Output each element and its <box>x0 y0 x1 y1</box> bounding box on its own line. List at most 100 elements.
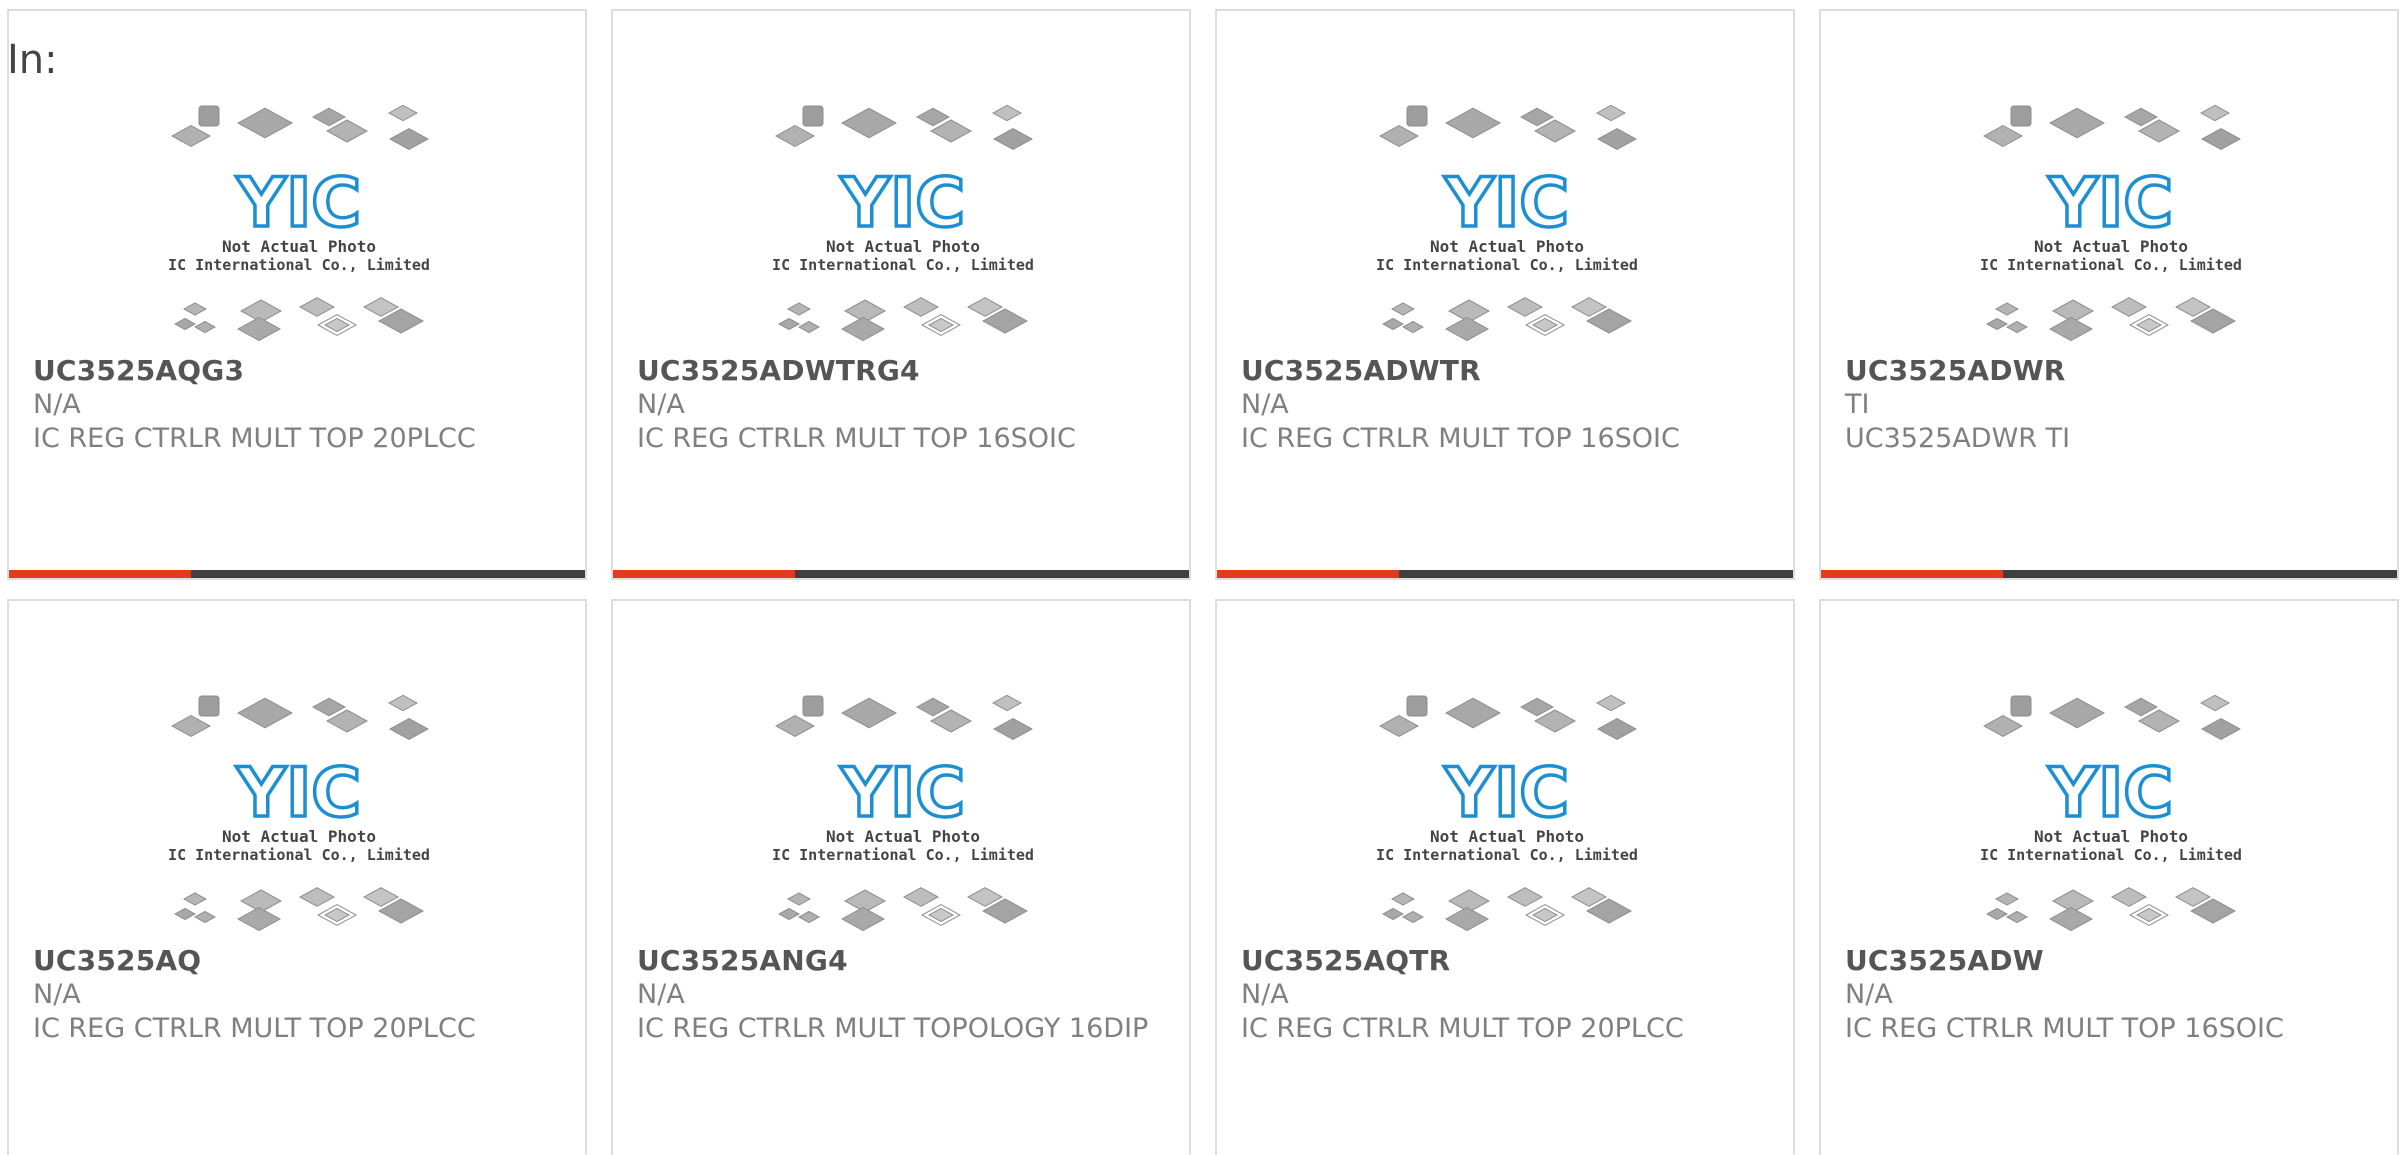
placeholder-image-icon: YICNot Actual PhotoYIC International Co.… <box>763 694 1043 932</box>
yic-logo-icon: YIC <box>1444 754 1569 833</box>
yic-logo-icon: YIC <box>2048 164 2173 243</box>
chip-shape <box>236 107 294 139</box>
chip-shape <box>786 892 812 906</box>
chip-shape <box>1519 107 1555 127</box>
yic-logo-icon: YIC <box>236 164 361 243</box>
company-name-text: YIC International Co., Limited. <box>1377 256 1637 274</box>
not-actual-photo-text: Not Actual Photo <box>826 827 980 846</box>
chip-shape <box>1506 887 1544 907</box>
in-label: In: <box>7 37 58 83</box>
card-accent <box>9 570 191 578</box>
chip-shape <box>1596 127 1638 151</box>
card-bottom-bar <box>613 570 1189 578</box>
not-actual-photo-text: Not Actual Photo <box>826 237 980 256</box>
chip-shape <box>991 104 1023 122</box>
manufacturer: TI <box>1845 389 1870 420</box>
part-number[interactable]: UC3525ANG4 <box>637 944 1169 978</box>
chip-shape <box>797 320 821 334</box>
chip-shape <box>802 695 824 717</box>
chip-shape <box>2110 297 2148 317</box>
chip-shape <box>1381 317 1405 331</box>
product-card[interactable]: YIC Not Actual Photo YIC International Co.… <box>7 599 587 1155</box>
chip-shape <box>1519 697 1555 717</box>
chip-shape <box>1982 714 2024 738</box>
chip-shape <box>1994 302 2020 316</box>
chip-shape <box>915 697 951 717</box>
product-photo[interactable]: YIC Not Actual Photo YIC International Co.… <box>763 691 1043 941</box>
yic-logo-icon: YIC <box>840 164 965 243</box>
part-number[interactable]: UC3525ADWTR <box>1241 354 1773 388</box>
manufacturer: N/A <box>637 979 685 1010</box>
part-number[interactable]: UC3525ADW <box>1845 944 2377 978</box>
chip-shape <box>193 320 217 334</box>
product-photo[interactable]: YIC Not Actual Photo YIC International Co.… <box>1367 101 1647 351</box>
chip-shape <box>1985 907 2009 921</box>
card-accent <box>1217 570 1399 578</box>
chip-shape <box>1444 906 1490 932</box>
chip-shape <box>2048 697 2106 729</box>
chip-shape <box>388 717 430 741</box>
chip-shape <box>298 887 336 907</box>
part-number[interactable]: UC3525AQTR <box>1241 944 1773 978</box>
product-card[interactable]: YIC Not Actual Photo YIC International Co.… <box>611 599 1191 1155</box>
card-bottom-bar <box>1217 570 1793 578</box>
chip-shape <box>1390 892 1416 906</box>
part-number[interactable]: UC3525ADWTRG4 <box>637 354 1169 388</box>
placeholder-image-icon: YICNot Actual PhotoYIC International Co.… <box>159 694 439 932</box>
product-card[interactable]: YIC Not Actual Photo YIC International Co.… <box>611 9 1191 580</box>
card-accent <box>613 570 795 578</box>
company-name-text: YIC International Co., Limited. <box>1981 256 2241 274</box>
not-actual-photo-text: Not Actual Photo <box>2034 237 2188 256</box>
product-photo[interactable]: YIC Not Actual Photo YIC International Co.… <box>159 101 439 351</box>
chip-shape <box>387 694 419 712</box>
part-number[interactable]: UC3525AQG3 <box>33 354 565 388</box>
product-info: UC3525AQ N/A IC REG CTRLR MULT TOP 20PLC… <box>33 944 565 1046</box>
manufacturer: N/A <box>33 979 81 1010</box>
chip-shape <box>182 892 208 906</box>
chip-shape <box>1444 316 1490 342</box>
product-photo[interactable]: YIC Not Actual Photo YIC International Co.… <box>1971 101 2251 351</box>
product-card[interactable]: YIC Not Actual Photo YIC International Co.… <box>1215 599 1795 1155</box>
product-card[interactable]: YIC Not Actual Photo YIC International Co.… <box>7 9 587 580</box>
product-photo[interactable]: YIC Not Actual Photo YIC International Co.… <box>1971 691 2251 941</box>
chip-shape <box>2005 320 2029 334</box>
chip-shape <box>236 906 282 932</box>
placeholder-image-icon: YICNot Actual PhotoYIC International Co.… <box>1971 694 2251 932</box>
chip-shape <box>236 697 294 729</box>
chip-shape <box>1378 124 1420 148</box>
chip-shape <box>1401 910 1425 924</box>
product-photo[interactable]: YIC Not Actual Photo YIC International Co.… <box>159 691 439 941</box>
chip-shape <box>1390 302 1416 316</box>
company-name-text: YIC International Co., Limited. <box>773 256 1033 274</box>
chip-shape <box>2048 316 2094 342</box>
chip-shape <box>193 910 217 924</box>
company-name-text: YIC International Co., Limited. <box>1981 846 2241 864</box>
chip-shape <box>840 906 886 932</box>
chip-shape <box>1444 697 1502 729</box>
not-actual-photo-text: Not Actual Photo <box>1430 237 1584 256</box>
chip-shape <box>840 316 886 342</box>
part-number[interactable]: UC3525AQ <box>33 944 565 978</box>
chip-shape <box>2048 906 2094 932</box>
product-grid-page: In: YIC Not Actual Photo YIC International… <box>0 0 2400 1155</box>
product-photo[interactable]: YIC Not Actual Photo YIC International Co.… <box>1367 691 1647 941</box>
product-info: UC3525ADWTRG4 N/A IC REG CTRLR MULT TOP … <box>637 354 1169 456</box>
chip-shape <box>2199 694 2231 712</box>
card-bottom-bar <box>9 570 585 578</box>
chip-shape <box>1595 104 1627 122</box>
product-photo[interactable]: YIC Not Actual Photo YIC International Co.… <box>763 101 1043 351</box>
chip-shape <box>774 714 816 738</box>
chip-shape <box>2005 910 2029 924</box>
product-card[interactable]: YIC Not Actual Photo YIC International Co.… <box>1819 599 2399 1155</box>
yic-logo-icon: YIC <box>840 754 965 833</box>
manufacturer: N/A <box>637 389 685 420</box>
description: IC REG CTRLR MULT TOP 16SOIC <box>637 423 1076 454</box>
chip-shape <box>777 317 801 331</box>
part-number[interactable]: UC3525ADWR <box>1845 354 2377 388</box>
chip-shape <box>170 714 212 738</box>
product-card[interactable]: YIC Not Actual Photo YIC International Co.… <box>1215 9 1795 580</box>
description: IC REG CTRLR MULT TOP 20PLCC <box>33 423 476 454</box>
chip-shape <box>1985 317 2009 331</box>
chip-shape <box>1444 107 1502 139</box>
product-card[interactable]: YIC Not Actual Photo YIC International Co.… <box>1819 9 2399 580</box>
